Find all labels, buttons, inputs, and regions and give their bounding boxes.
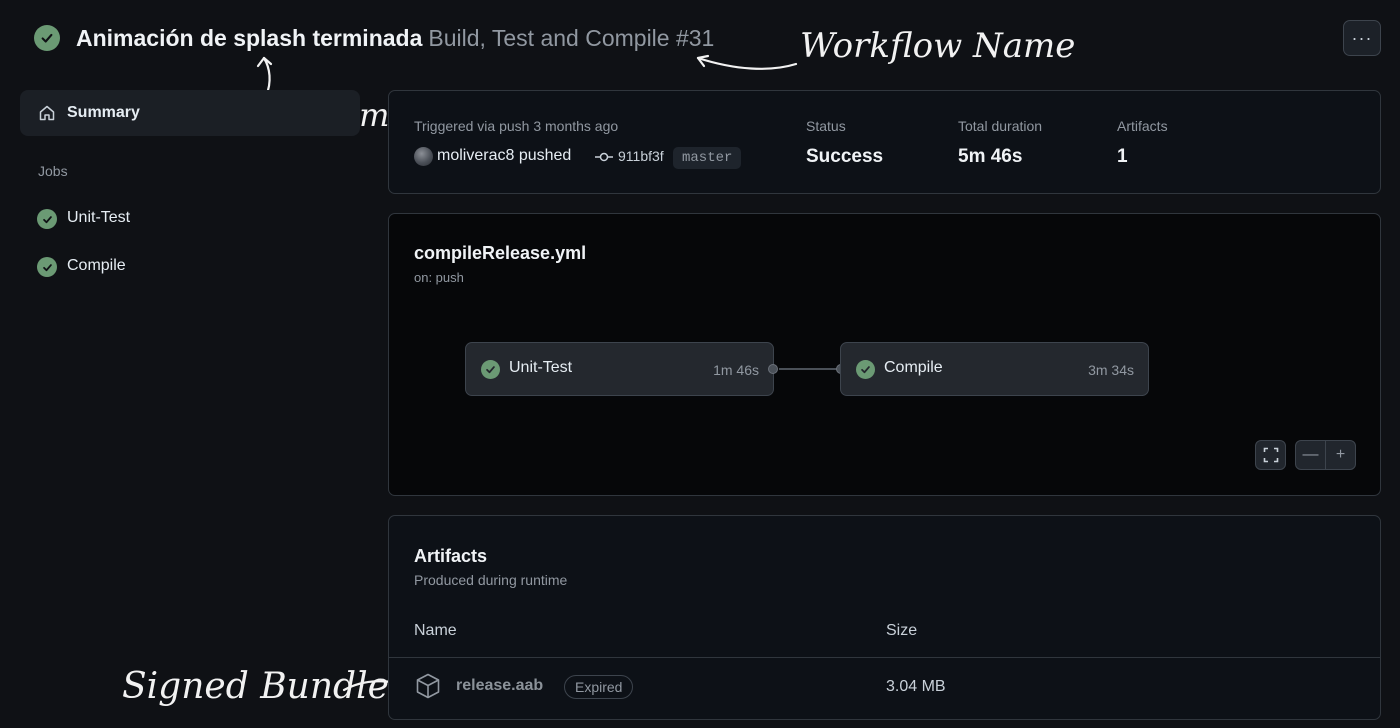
sidebar-job-label: Compile	[67, 257, 126, 274]
check-circle-icon	[856, 360, 875, 379]
run-status-check-icon	[34, 25, 60, 51]
status-badge: Expired	[564, 675, 634, 699]
fullscreen-icon	[1263, 447, 1278, 463]
sidebar-item-compile[interactable]: Compile	[20, 247, 360, 287]
kebab-menu-icon: ···	[1351, 28, 1373, 48]
artifacts-subtitle: Produced during runtime	[414, 572, 568, 588]
artifact-size: 3.04 MB	[886, 678, 946, 695]
status-value: Success	[806, 146, 884, 167]
workflow-file-name[interactable]: compileRelease.yml	[414, 243, 586, 264]
workflow-run-name: Build, Test and Compile #31	[428, 25, 715, 51]
graph-job-duration: 1m 46s	[713, 362, 759, 378]
duration-label: Total duration	[958, 118, 1043, 134]
graph-job-name: Compile	[884, 359, 943, 376]
column-header-size: Size	[886, 622, 918, 639]
trigger-text: Triggered via push 3 months ago	[414, 118, 619, 134]
artifact-name[interactable]: release.aab	[456, 677, 543, 695]
zoom-out-button[interactable]: —	[1295, 440, 1326, 470]
fullscreen-button[interactable]	[1255, 440, 1286, 470]
run-title: Animación de splash terminada Build, Test…	[76, 24, 714, 52]
zoom-in-button[interactable]: +	[1325, 440, 1356, 470]
commit-sha-link[interactable]: 911bf3f	[618, 148, 664, 164]
check-circle-icon	[37, 257, 57, 277]
sidebar-job-label: Unit-Test	[67, 209, 131, 226]
git-commit-icon	[595, 152, 613, 162]
sidebar-item-summary-label: Summary	[67, 104, 140, 121]
jobs-heading: Jobs	[38, 163, 68, 179]
actor-name[interactable]: moliverac8	[437, 147, 514, 164]
sidebar-item-unit-test[interactable]: Unit-Test	[20, 199, 360, 239]
run-summary-panel: Triggered via push 3 months ago molivera…	[388, 90, 1381, 194]
duration-value: 5m 46s	[958, 146, 1023, 167]
graph-job-duration: 3m 34s	[1088, 362, 1134, 378]
graph-connector-line	[779, 368, 841, 370]
home-icon	[39, 105, 55, 121]
column-header-name: Name	[414, 622, 457, 639]
check-circle-icon	[37, 209, 57, 229]
zoom-out-icon: —	[1302, 446, 1319, 463]
sidebar-item-summary[interactable]: Summary	[20, 90, 360, 136]
annotation-arrow-workflow	[696, 54, 798, 70]
artifacts-panel: Artifacts Produced during runtime Name S…	[388, 515, 1381, 720]
graph-job-unit-test[interactable]: Unit-Test 1m 46s	[465, 342, 774, 396]
zoom-in-icon: +	[1335, 446, 1346, 463]
avatar[interactable]	[414, 147, 433, 166]
graph-job-name: Unit-Test	[509, 359, 573, 376]
actor-line: moliverac8 pushed	[437, 147, 571, 165]
actor-action: pushed	[518, 147, 572, 164]
graph-connector-dot	[768, 364, 778, 374]
artifacts-count-label: Artifacts	[1117, 118, 1168, 134]
graph-job-compile[interactable]: Compile 3m 34s	[840, 342, 1149, 396]
table-divider	[389, 657, 1380, 658]
annotation-workflow-name: Workflow Name	[800, 26, 1076, 66]
workflow-graph-panel: compileRelease.yml on: push Unit-Test 1m…	[388, 213, 1381, 496]
artifacts-count-value[interactable]: 1	[1117, 146, 1128, 168]
check-circle-icon	[481, 360, 500, 379]
status-label: Status	[806, 118, 846, 134]
commit-title: Animación de splash terminada	[76, 25, 423, 51]
branch-badge[interactable]: master	[673, 147, 742, 169]
workflow-trigger: on: push	[414, 270, 464, 285]
more-options-button[interactable]: ···	[1343, 20, 1381, 56]
artifacts-title: Artifacts	[414, 546, 488, 566]
package-icon	[416, 673, 440, 699]
